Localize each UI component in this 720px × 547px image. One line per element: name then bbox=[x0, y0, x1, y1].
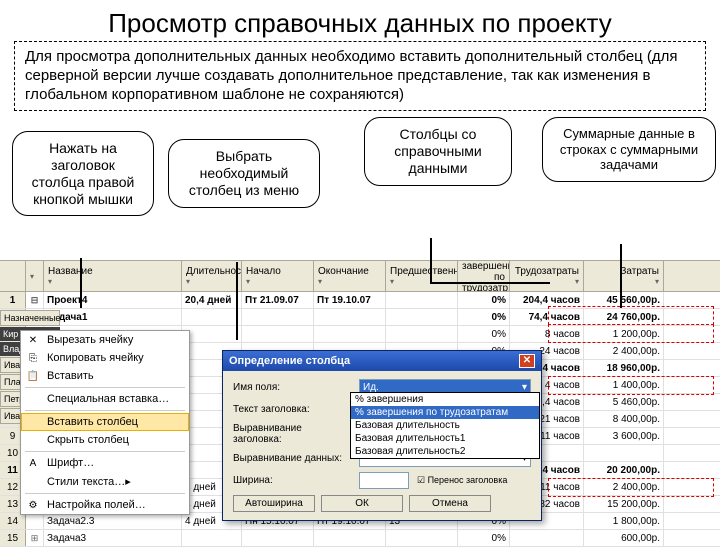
menu-item[interactable]: Вставить столбец bbox=[21, 413, 189, 431]
label-align-data: Выравнивание данных: bbox=[233, 453, 351, 464]
connector-line bbox=[236, 262, 238, 340]
callout-choose-column: Выбрать необходимый столбец из меню bbox=[168, 139, 320, 207]
col-header-end[interactable]: Окончание▾ bbox=[314, 261, 386, 291]
callout-right-click: Нажать на заголовок столбца правой кнопк… bbox=[12, 131, 154, 216]
dropdown-option[interactable]: Базовая длительность2 bbox=[351, 445, 539, 458]
table-row[interactable]: 2⊟Задача10%74,4 часов24 760,00р. bbox=[0, 309, 720, 326]
menu-item[interactable]: AШрифт… bbox=[21, 454, 189, 472]
connector-line bbox=[620, 244, 622, 308]
dropdown-option[interactable]: % завершения по трудозатратам bbox=[351, 406, 539, 419]
menu-item[interactable]: Специальная вставка… bbox=[21, 390, 189, 408]
callout-ref-columns: Столбцы со справочными данными bbox=[364, 117, 512, 185]
col-header-indicator[interactable]: ▾ bbox=[26, 261, 44, 291]
label-header-text: Текст заголовка: bbox=[233, 404, 351, 415]
connector-line bbox=[430, 238, 432, 282]
menu-item[interactable]: ⚙Настройка полей… bbox=[21, 496, 189, 514]
grid-header: ▾ Название▾ Длительность▾ Начало▾ Оконча… bbox=[0, 260, 720, 292]
table-row[interactable]: 15⊞Задача30%600,00р. bbox=[0, 530, 720, 547]
callouts-layer: Нажать на заголовок столбца правой кнопк… bbox=[8, 117, 712, 207]
input-width[interactable] bbox=[359, 472, 409, 489]
close-icon[interactable]: ✕ bbox=[519, 354, 535, 368]
col-header-start[interactable]: Начало▾ bbox=[242, 261, 314, 291]
page-title: Просмотр справочных данных по проекту bbox=[0, 0, 720, 39]
menu-item[interactable]: Скрыть столбец bbox=[21, 431, 189, 449]
dropdown-option[interactable]: Базовая длительность bbox=[351, 419, 539, 432]
context-menu: ✕Вырезать ячейку⎘Копировать ячейку📋Встав… bbox=[20, 330, 190, 515]
autowidth-button[interactable]: Автоширина bbox=[233, 495, 315, 512]
col-header-work[interactable]: Трудозатраты▾ bbox=[510, 261, 584, 291]
col-header-pct[interactable]: % завершения по трудозатр.▾ bbox=[458, 261, 510, 291]
dialog-title-text: Определение столбца bbox=[229, 355, 350, 367]
description-box: Для просмотра дополнительных данных необ… bbox=[14, 41, 706, 111]
col-header-cost[interactable]: Затраты▾ bbox=[584, 261, 664, 291]
callout-summary-rows: Суммарные данные в строках с суммарными … bbox=[542, 117, 716, 182]
field-name-dropdown[interactable]: % завершения% завершения по трудозатрата… bbox=[350, 392, 540, 459]
checkbox-wrap-header[interactable]: ☑ Перенос заголовка bbox=[417, 475, 507, 486]
connector-line bbox=[430, 282, 550, 284]
col-header-name[interactable]: Название▾ bbox=[44, 261, 182, 291]
label-align-header: Выравнивание заголовка: bbox=[233, 423, 351, 445]
dialog-titlebar: Определение столбца ✕ bbox=[223, 351, 541, 371]
label-field-name: Имя поля: bbox=[233, 382, 351, 393]
col-header-predecessors[interactable]: Предшественники▾ bbox=[386, 261, 458, 291]
table-row[interactable]: 1⊟Проект420,4 днейПт 21.09.07Пт 19.10.07… bbox=[0, 292, 720, 309]
dropdown-option[interactable]: Базовая длительность1 bbox=[351, 432, 539, 445]
cancel-button[interactable]: Отмена bbox=[409, 495, 491, 512]
menu-item[interactable]: Стили текста… ▸ bbox=[21, 472, 189, 491]
ok-button[interactable]: ОК bbox=[321, 495, 403, 512]
col-header-rownum[interactable] bbox=[0, 261, 26, 291]
dropdown-option[interactable]: % завершения bbox=[351, 393, 539, 406]
connector-line bbox=[80, 258, 82, 308]
menu-item[interactable]: ✕Вырезать ячейку bbox=[21, 331, 189, 349]
col-header-duration[interactable]: Длительность▾ bbox=[182, 261, 242, 291]
menu-item[interactable]: 📋Вставить bbox=[21, 367, 189, 385]
resource-header: Назначенные bbox=[0, 310, 60, 326]
label-width: Ширина: bbox=[233, 475, 351, 486]
menu-item[interactable]: ⎘Копировать ячейку bbox=[21, 349, 189, 367]
